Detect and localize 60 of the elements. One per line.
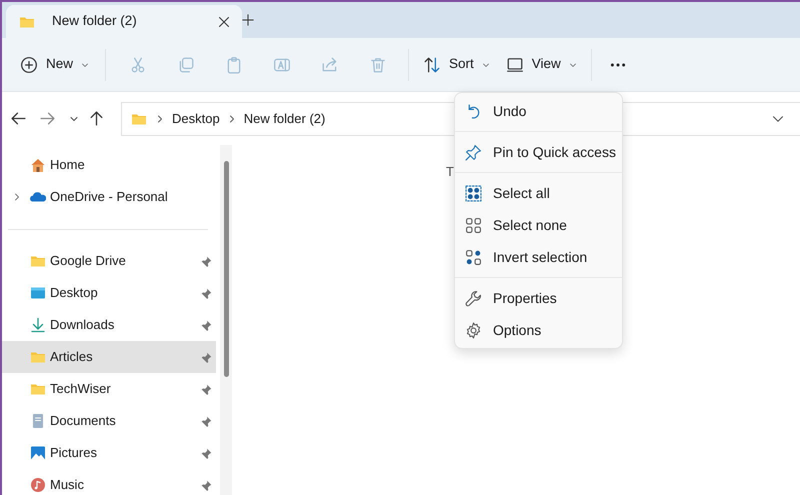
up-icon[interactable] [88,110,105,127]
download-icon [30,317,46,333]
pin-icon [201,352,212,362]
breadcrumb-item[interactable]: New folder (2) [244,108,326,128]
sidebar-item[interactable]: Documents [2,405,216,437]
sidebar-item[interactable]: Google Drive [2,245,216,277]
menu-item[interactable]: Select all [455,177,622,209]
breadcrumb-item[interactable]: Desktop [172,108,220,128]
menu-item[interactable]: Properties [455,282,622,314]
sidebar-item[interactable]: Pictures [2,437,216,469]
pin-icon [201,288,212,298]
forward-icon[interactable] [39,110,56,127]
pin-icon [201,416,212,426]
home-icon [30,157,46,173]
tab-title: New folder (2) [52,12,138,30]
select-none-icon [465,216,482,234]
caret-icon [482,60,490,68]
pin-icon [201,480,212,490]
pin-icon [465,144,482,160]
close-icon[interactable] [218,16,230,28]
empty-folder-text: T [446,163,454,181]
invert-selection-icon [465,248,482,266]
caret-icon [81,60,90,68]
sidebar-item[interactable]: Articles [2,341,216,373]
menu-item[interactable]: Invert selection [455,241,622,273]
select-all-icon [465,184,482,202]
picture-icon [30,445,46,461]
monitor-icon [506,56,524,74]
menu-item[interactable]: Undo [455,95,622,127]
chevron-right-icon [156,114,164,122]
back-icon[interactable] [10,110,27,127]
sidebar-item[interactable]: OneDrive - Personal [2,181,216,213]
wrench-icon [465,290,482,306]
tab[interactable]: New folder (2) [6,5,242,38]
sort-icon [423,56,442,74]
add-tab-icon[interactable] [242,14,254,26]
music-icon [30,477,46,493]
sidebar-item[interactable]: Desktop [2,277,216,309]
pin-icon [201,256,212,266]
expand-icon[interactable] [13,192,21,202]
desktop-icon [30,285,46,301]
caret-icon [568,60,577,68]
sidebar-item[interactable]: TechWiser [2,373,216,405]
sidebar-item[interactable]: Home [2,149,216,181]
chevron-right-icon [228,114,236,122]
menu-item[interactable]: Pin to Quick access [455,136,622,168]
scrollbar-thumb[interactable] [224,161,228,377]
sidebar-item[interactable]: Downloads [2,309,216,341]
plus-circle-icon [20,56,38,74]
new-button[interactable]: New [12,46,98,82]
menu-item[interactable]: Select none [455,209,622,241]
pin-icon [201,384,212,394]
pin-icon [201,448,212,458]
pin-icon [201,320,212,330]
menu-item[interactable]: Options [455,314,622,346]
sort-button[interactable]: Sort [415,46,498,82]
document-icon [30,413,46,429]
view-button[interactable]: View [498,46,585,82]
gear-icon [465,322,482,338]
sidebar-item[interactable]: Music [2,469,216,495]
